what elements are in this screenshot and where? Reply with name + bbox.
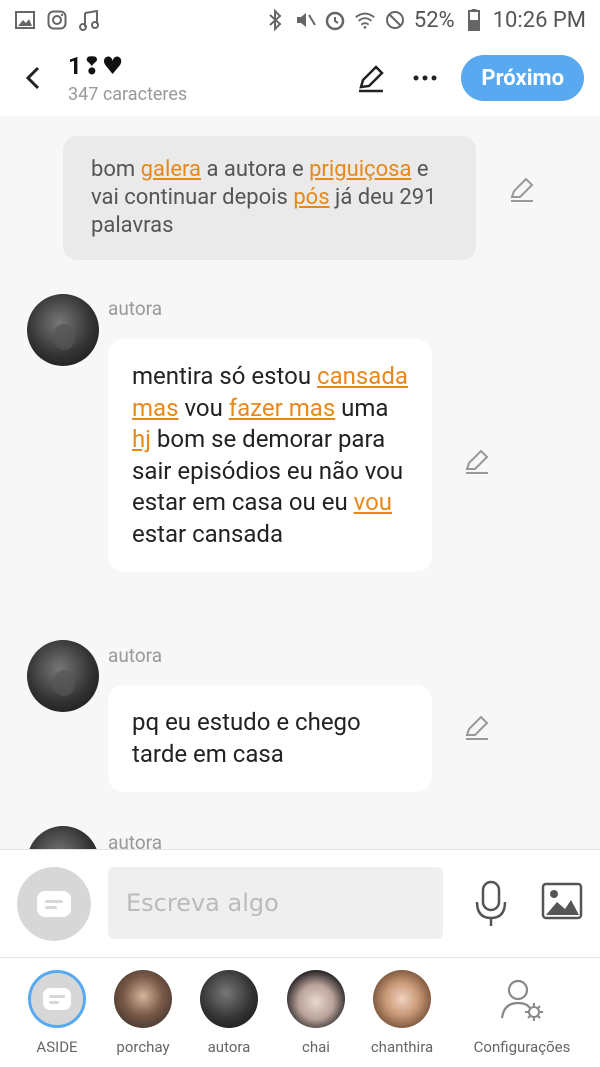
spellcheck-word[interactable]: priguiçosa xyxy=(309,157,411,182)
image-icon xyxy=(541,882,583,920)
battery-percent: 52% xyxy=(413,7,455,33)
nav-item-chai[interactable]: chai xyxy=(273,970,359,1056)
nav-label: chanthira xyxy=(370,1038,434,1056)
edit-title-button[interactable] xyxy=(353,60,389,96)
more-options-button[interactable] xyxy=(407,60,443,96)
nav-item-settings[interactable]: Configurações xyxy=(470,970,574,1056)
spellcheck-word[interactable]: hj xyxy=(132,425,151,453)
character-count: 347 caracteres xyxy=(68,83,188,105)
no-signal-icon xyxy=(384,9,406,31)
alarm-icon xyxy=(324,9,346,31)
nav-item-porchay[interactable]: porchay xyxy=(100,970,186,1056)
edit-message-icon[interactable] xyxy=(462,446,492,476)
sender-name: autora xyxy=(108,644,163,667)
spellcheck-word[interactable]: vou xyxy=(354,488,392,516)
message-text: mentira só estou xyxy=(132,362,318,390)
pencil-icon xyxy=(359,65,385,93)
avatar xyxy=(114,970,172,1028)
chat-header: 1❢♥ 347 caracteres Próximo xyxy=(0,40,600,116)
nav-label: chai xyxy=(302,1038,330,1056)
bluetooth-icon xyxy=(264,9,286,31)
status-bar: 52% 10:26 PM xyxy=(0,0,600,40)
message-bubble[interactable]: mentira só estou cansada mas vou fazer m… xyxy=(108,339,432,572)
aside-button[interactable] xyxy=(17,867,91,941)
spellcheck-word[interactable]: fazer mas xyxy=(229,394,335,422)
clock: 10:26 PM xyxy=(492,7,586,33)
avatar[interactable] xyxy=(27,826,99,849)
edit-message-icon[interactable] xyxy=(507,174,537,204)
bottom-nav: ASIDE porchay autora chai chanthira Conf… xyxy=(0,957,600,1067)
message-text: bom xyxy=(91,157,141,182)
mute-icon xyxy=(294,9,316,31)
nav-item-aside[interactable]: ASIDE xyxy=(14,970,100,1056)
aside-chat-icon xyxy=(37,891,71,917)
instagram-icon xyxy=(46,9,68,31)
nav-label: Configurações xyxy=(473,1038,571,1056)
edit-message-icon[interactable] xyxy=(462,712,492,742)
message-text: estar cansada xyxy=(132,519,284,548)
message-text: uma xyxy=(335,393,389,422)
wifi-icon xyxy=(354,9,376,31)
avatar[interactable] xyxy=(27,294,99,366)
microphone-button[interactable] xyxy=(471,880,511,928)
battery-icon xyxy=(463,9,485,31)
title-block: 1❢♥ 347 caracteres xyxy=(68,52,187,105)
spellcheck-word[interactable]: galera xyxy=(141,157,201,182)
spellcheck-word[interactable]: pós xyxy=(293,185,329,210)
gallery-icon xyxy=(14,9,36,31)
system-message[interactable]: bom galera a autora e priguiçosa e vai c… xyxy=(63,136,476,260)
chat-area[interactable]: bom galera a autora e priguiçosa e vai c… xyxy=(0,116,600,849)
avatar xyxy=(373,970,431,1028)
music-icon xyxy=(78,9,100,31)
sender-name: autora xyxy=(108,297,163,320)
nav-label: porchay xyxy=(116,1038,170,1056)
nav-item-autora[interactable]: autora xyxy=(186,970,272,1056)
avatar xyxy=(200,970,258,1028)
microphone-icon xyxy=(475,880,507,926)
next-button[interactable]: Próximo xyxy=(461,55,584,101)
nav-item-chanthira[interactable]: chanthira xyxy=(359,970,445,1056)
avatar[interactable] xyxy=(27,640,99,712)
message-text: vou xyxy=(178,393,229,422)
settings-person-icon xyxy=(493,970,551,1028)
message-bubble[interactable]: pq eu estudo e chego tarde em casa xyxy=(108,685,432,792)
nav-label: ASIDE xyxy=(36,1038,78,1056)
sender-name: autora xyxy=(108,831,163,849)
aside-icon xyxy=(28,970,86,1028)
back-button[interactable] xyxy=(16,58,50,98)
message-input[interactable] xyxy=(108,867,443,939)
image-button[interactable] xyxy=(541,882,583,922)
chevron-left-icon xyxy=(25,66,40,90)
message-text: pq eu estudo e chego tarde em casa xyxy=(132,708,361,768)
nav-label: autora xyxy=(207,1038,251,1056)
page-title: 1❢♥ xyxy=(68,51,124,80)
more-dots-icon xyxy=(413,75,437,81)
composer xyxy=(0,849,600,957)
message-text: a autora e xyxy=(200,157,310,182)
avatar xyxy=(287,970,345,1028)
